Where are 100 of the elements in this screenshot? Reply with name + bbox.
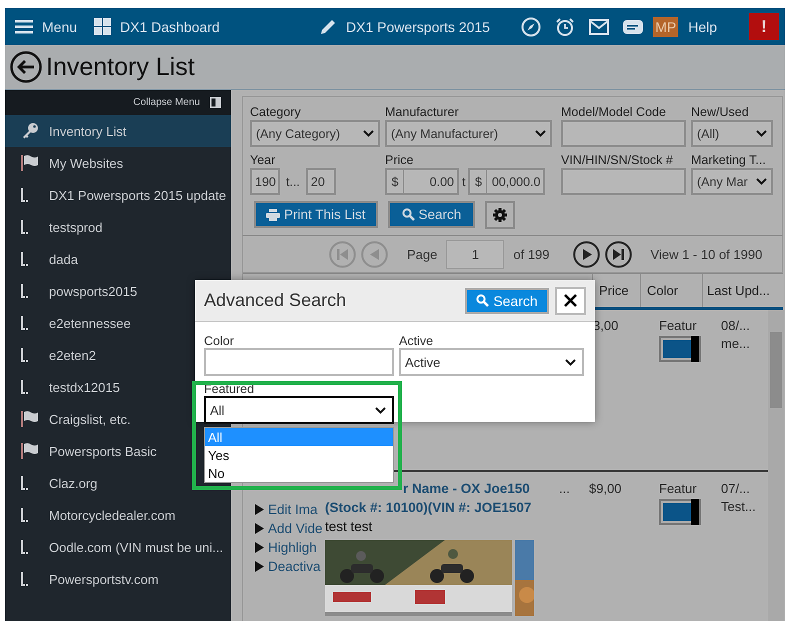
branch-icon bbox=[21, 284, 30, 298]
sidebar-item[interactable]: dada bbox=[5, 243, 82, 275]
page-title: Inventory List bbox=[46, 52, 195, 82]
play-icon bbox=[255, 504, 264, 515]
settings-button[interactable] bbox=[485, 201, 516, 229]
branch-icon bbox=[21, 220, 30, 234]
item-description: test test bbox=[325, 519, 374, 536]
search-icon bbox=[476, 294, 490, 307]
site-name[interactable]: DX1 Powersports 2015 bbox=[346, 18, 490, 34]
manufacturer-select[interactable]: (Any Manufacturer) bbox=[385, 120, 552, 147]
range-separator: t... bbox=[285, 174, 301, 188]
grid-icon[interactable] bbox=[94, 18, 112, 35]
sidebar-item[interactable]: testdx12015 bbox=[5, 371, 124, 403]
sidebar-item[interactable]: Inventory List bbox=[5, 115, 231, 147]
sidebar-item[interactable]: testsprod bbox=[5, 211, 106, 243]
vin-input[interactable] bbox=[561, 168, 686, 195]
close-button[interactable] bbox=[555, 286, 586, 314]
action-link[interactable]: Edit Ima bbox=[268, 502, 318, 517]
category-select[interactable]: (Any Category) bbox=[250, 120, 380, 147]
field-label: Marketing T... bbox=[691, 153, 767, 167]
price-cell-text: $9,00 bbox=[589, 481, 623, 498]
compass-icon[interactable] bbox=[521, 16, 542, 36]
marketing-select[interactable]: (Any Mar bbox=[691, 168, 773, 195]
branch-icon bbox=[21, 188, 30, 202]
year-to-input[interactable]: 20 bbox=[306, 168, 336, 195]
back-icon[interactable] bbox=[10, 51, 42, 83]
dropdown-option[interactable]: No bbox=[205, 464, 393, 482]
page-input[interactable]: 1 bbox=[446, 240, 504, 268]
sidebar-item[interactable]: Oodle.com (VIN must be uni... bbox=[5, 531, 228, 563]
chat-icon[interactable] bbox=[623, 18, 644, 34]
flag-icon bbox=[21, 411, 39, 427]
price-to-input[interactable]: $ 00,000.0 bbox=[468, 168, 546, 195]
branch-icon bbox=[21, 316, 30, 330]
mail-icon[interactable] bbox=[589, 18, 610, 34]
menu-icon[interactable] bbox=[15, 20, 33, 34]
sidebar-item[interactable]: My Websites bbox=[5, 147, 128, 179]
field-label: Color bbox=[204, 334, 235, 348]
action-link[interactable]: Add Vide bbox=[268, 521, 323, 536]
dropdown-option[interactable]: All bbox=[205, 428, 393, 446]
sidebar-item[interactable]: Powersportstv.com bbox=[5, 563, 163, 595]
action-link[interactable]: Highligh bbox=[268, 540, 317, 555]
flag-icon bbox=[21, 155, 39, 171]
year-from-input[interactable]: 190 bbox=[250, 168, 280, 195]
updated-text: 07/... bbox=[721, 481, 751, 496]
range-separator: t bbox=[462, 174, 466, 188]
branch-icon bbox=[21, 540, 30, 554]
item-stock-info: (Stock #: 10100)(VIN #: JOE1507 bbox=[325, 500, 532, 517]
featured-select[interactable]: All bbox=[204, 396, 394, 424]
action-link[interactable]: Deactiva bbox=[268, 559, 321, 574]
search-button[interactable]: Search bbox=[388, 201, 476, 228]
column-header[interactable]: Last Upd... bbox=[702, 274, 774, 307]
field-label: Model/Model Code bbox=[561, 105, 667, 119]
help-link[interactable]: Help bbox=[688, 18, 717, 34]
settings-icon bbox=[492, 207, 508, 223]
print-button[interactable]: Print This List bbox=[254, 201, 378, 228]
search-button[interactable]: Search bbox=[465, 288, 549, 314]
color-input[interactable] bbox=[204, 348, 394, 376]
dialog-title: Advanced Search bbox=[204, 290, 348, 311]
chevron-down-icon bbox=[756, 130, 767, 137]
field-label: Manufacturer bbox=[385, 105, 460, 119]
branch-icon bbox=[21, 572, 30, 586]
chevron-down-icon bbox=[363, 130, 374, 137]
scrollbar[interactable] bbox=[768, 310, 784, 621]
play-icon bbox=[255, 523, 264, 534]
more-text: ... bbox=[558, 481, 571, 498]
dashboard-link[interactable]: DX1 Dashboard bbox=[120, 18, 220, 34]
sidebar-item[interactable]: e2etennessee bbox=[5, 307, 135, 339]
page-label: Page bbox=[407, 246, 438, 262]
featured-toggle[interactable] bbox=[659, 499, 701, 525]
item-title[interactable]: r Name - OX Joe150 bbox=[403, 481, 530, 500]
next-page-icon[interactable] bbox=[572, 240, 600, 268]
collapse-icon[interactable] bbox=[210, 97, 221, 108]
menu-link[interactable]: Menu bbox=[42, 18, 78, 34]
close-icon bbox=[564, 294, 577, 307]
featured-toggle[interactable] bbox=[659, 336, 701, 362]
field-label: Active bbox=[399, 334, 434, 348]
sidebar-item[interactable]: powsports2015 bbox=[5, 275, 142, 307]
sidebar-item[interactable]: Motorcycledealer.com bbox=[5, 499, 180, 531]
alert-button[interactable]: ! bbox=[749, 13, 779, 40]
search-icon bbox=[402, 208, 415, 221]
dropdown-option[interactable]: Yes bbox=[205, 446, 393, 464]
sidebar-item[interactable]: Craigslist, etc. bbox=[5, 403, 135, 435]
branch-icon bbox=[21, 508, 30, 522]
sidebar-item[interactable]: DX1 Powersports 2015 update bbox=[5, 179, 230, 211]
field-label: New/Used bbox=[691, 105, 750, 119]
pencil-icon[interactable] bbox=[320, 18, 337, 35]
column-header[interactable]: Color bbox=[640, 274, 702, 307]
sidebar-item[interactable]: Claz.org bbox=[5, 467, 102, 499]
sidebar-item[interactable]: e2eten2 bbox=[5, 339, 100, 371]
active-select[interactable]: Active bbox=[399, 348, 584, 376]
branch-icon bbox=[21, 476, 30, 490]
price-from-input[interactable]: $ 0.00 bbox=[385, 168, 459, 195]
color-label: Featur bbox=[659, 481, 698, 496]
field-label: Price bbox=[385, 153, 414, 167]
model-input[interactable] bbox=[561, 120, 686, 147]
sidebar-item[interactable]: Powersports Basic bbox=[5, 435, 161, 467]
alarm-clock-icon[interactable] bbox=[555, 16, 576, 36]
last-page-icon[interactable] bbox=[604, 240, 632, 268]
new-used-select[interactable]: (All) bbox=[691, 120, 773, 147]
collapse-menu-link[interactable]: Collapse Menu bbox=[133, 97, 200, 108]
